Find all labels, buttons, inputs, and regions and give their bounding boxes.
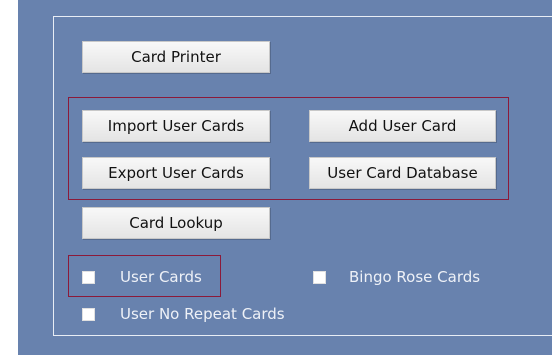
user-cards-label: User Cards	[120, 268, 202, 286]
user-no-repeat-cards-label: User No Repeat Cards	[120, 305, 285, 323]
user-no-repeat-cards-checkbox[interactable]	[82, 307, 95, 321]
bingo-rose-cards-checkbox[interactable]	[313, 270, 326, 284]
add-user-card-button[interactable]: Add User Card	[309, 110, 496, 142]
export-user-cards-button[interactable]: Export User Cards	[82, 157, 270, 189]
user-cards-checkbox[interactable]	[82, 270, 95, 284]
card-printer-button[interactable]: Card Printer	[82, 41, 270, 73]
import-user-cards-button[interactable]: Import User Cards	[82, 110, 270, 142]
user-no-repeat-cards-option[interactable]: User No Repeat Cards	[82, 303, 285, 325]
user-card-database-button[interactable]: User Card Database	[309, 157, 496, 189]
card-lookup-button[interactable]: Card Lookup	[82, 207, 270, 239]
user-cards-option[interactable]: User Cards	[82, 266, 202, 288]
bingo-rose-cards-label: Bingo Rose Cards	[349, 268, 481, 286]
bingo-rose-cards-option[interactable]: Bingo Rose Cards	[313, 266, 480, 288]
